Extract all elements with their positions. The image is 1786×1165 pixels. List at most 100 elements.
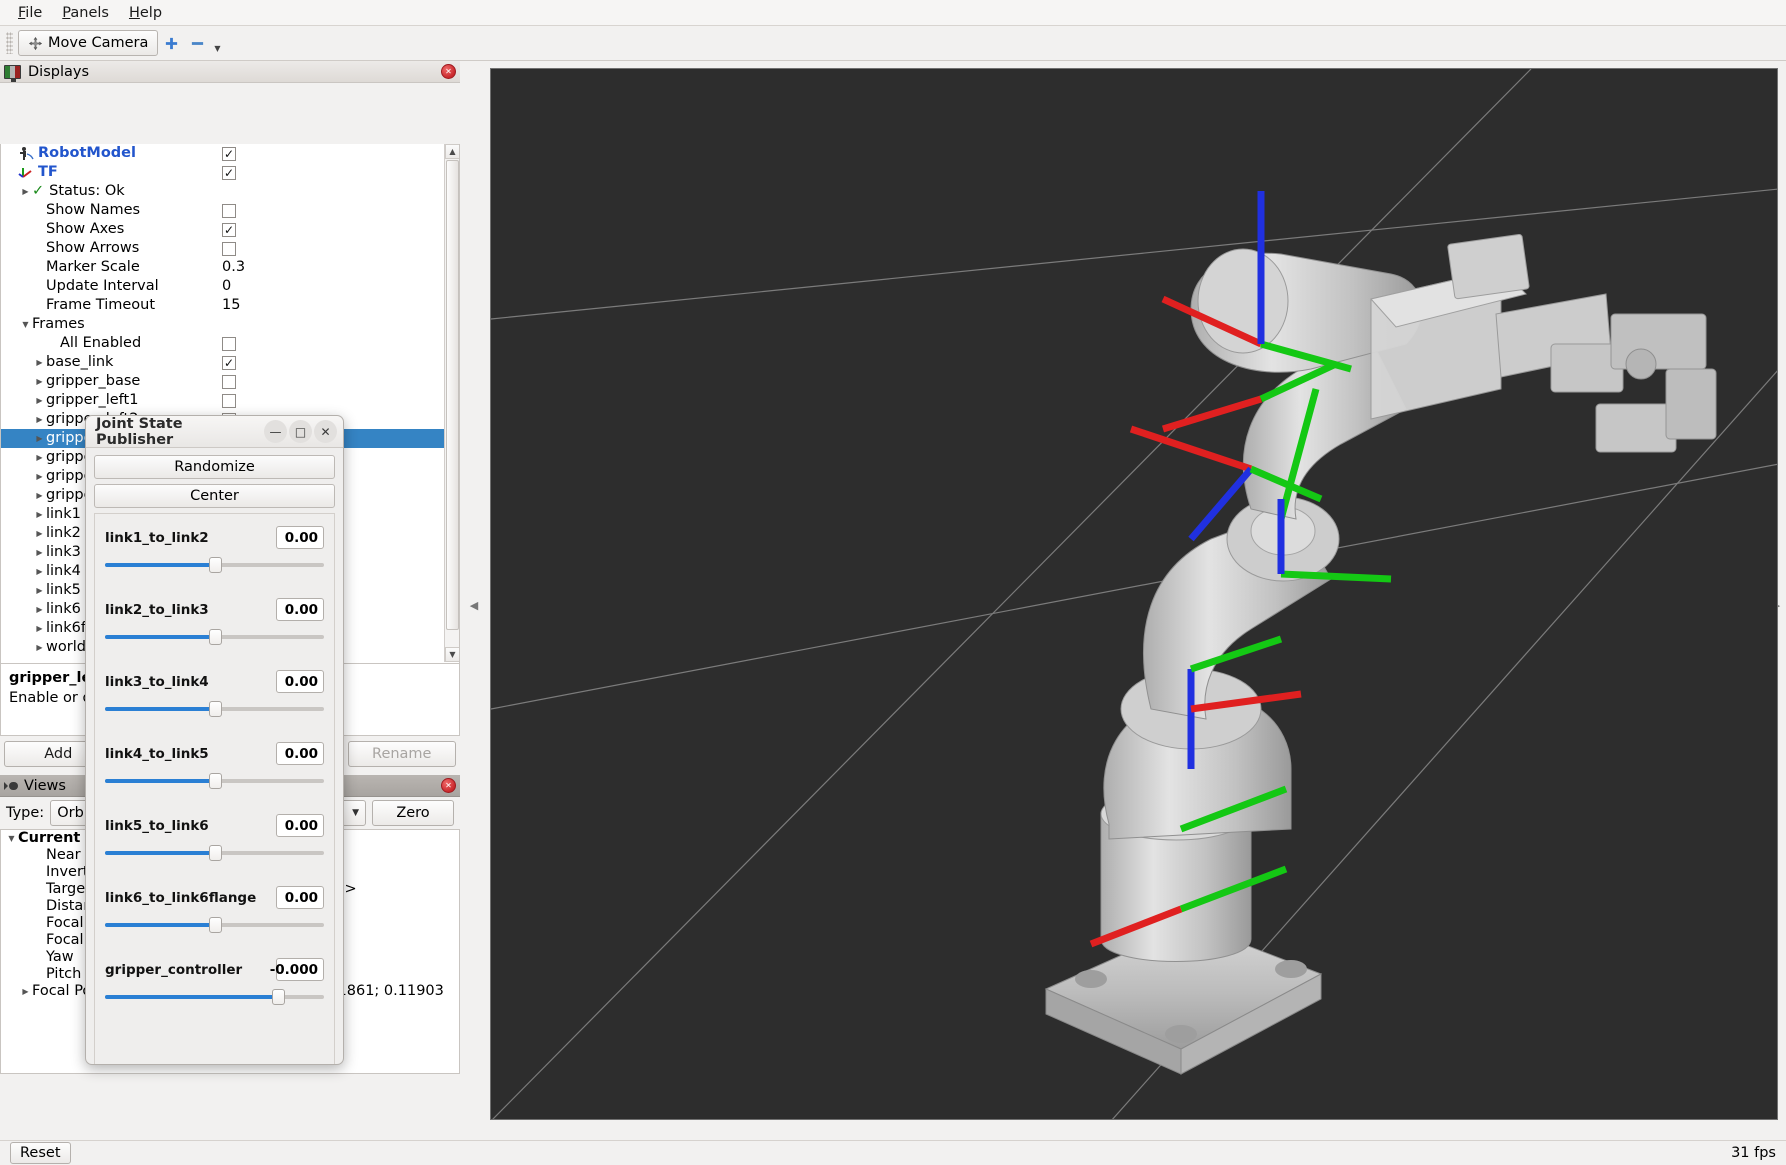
chevron-right-icon[interactable]: ▶ bbox=[33, 467, 46, 486]
slider-knob[interactable] bbox=[208, 629, 222, 645]
display-row-checkbox[interactable] bbox=[222, 393, 236, 408]
joint-value-field[interactable]: 0.00 bbox=[276, 598, 324, 621]
toolbar-overflow-button[interactable]: ▼ bbox=[210, 30, 224, 56]
display-row-value[interactable] bbox=[218, 393, 445, 408]
joint-slider[interactable] bbox=[105, 773, 324, 789]
display-tree-row[interactable]: ▶ gripper_left1 bbox=[1, 391, 445, 410]
slider-knob[interactable] bbox=[208, 773, 222, 789]
display-row-value[interactable]: ✓ bbox=[218, 222, 445, 237]
chevron-right-icon[interactable]: ▶ bbox=[33, 372, 46, 391]
scroll-thumb[interactable] bbox=[446, 160, 459, 630]
display-tree-row[interactable]: ▼ Frames bbox=[1, 315, 445, 334]
display-row-checkbox[interactable]: ✓ bbox=[222, 355, 236, 370]
menu-item-file[interactable]: FFileile bbox=[8, 2, 52, 24]
chevron-right-icon[interactable]: ▶ bbox=[33, 429, 46, 448]
display-row-value[interactable]: ✓ bbox=[218, 355, 445, 370]
remove-tool-button[interactable] bbox=[184, 30, 210, 56]
joint-value-field[interactable]: -0.000 bbox=[270, 958, 324, 981]
slider-knob[interactable] bbox=[208, 917, 222, 933]
scroll-up-icon[interactable]: ▲ bbox=[445, 144, 459, 159]
display-tree-row[interactable]: ▶ base_link ✓ bbox=[1, 353, 445, 372]
display-row-value[interactable] bbox=[218, 203, 445, 218]
menu-item-help[interactable]: Help bbox=[119, 2, 172, 24]
display-tree-row[interactable]: Update Interval 0 bbox=[1, 277, 445, 296]
joint-slider[interactable] bbox=[105, 845, 324, 861]
chevron-right-icon[interactable]: ▶ bbox=[33, 391, 46, 410]
jsp-minimize-icon[interactable]: — bbox=[264, 420, 287, 443]
menu-item-panels[interactable]: Panels bbox=[52, 2, 119, 24]
display-row-checkbox[interactable]: ✓ bbox=[222, 165, 236, 180]
chevron-right-icon[interactable]: ▶ bbox=[19, 983, 32, 1000]
chevron-right-icon[interactable]: ▶ bbox=[33, 619, 46, 638]
joint-slider[interactable] bbox=[105, 917, 324, 933]
display-tree-row[interactable]: ▶ ✓ Status: Ok bbox=[1, 182, 445, 201]
display-row-value[interactable]: ✓ bbox=[218, 165, 445, 180]
left-splitter-handle[interactable]: ◀ bbox=[468, 590, 480, 620]
chevron-right-icon[interactable]: ▶ bbox=[33, 524, 46, 543]
joint-value-field[interactable]: 0.00 bbox=[276, 526, 324, 549]
views-close-icon[interactable] bbox=[441, 778, 456, 793]
rename-display-button[interactable]: Rename bbox=[347, 741, 456, 767]
display-tree-row[interactable]: ▶ gripper_base bbox=[1, 372, 445, 391]
display-tree-row[interactable]: Show Arrows bbox=[1, 239, 445, 258]
move-camera-tool[interactable]: Move Camera bbox=[18, 30, 159, 56]
display-tree-row[interactable]: Marker Scale 0.3 bbox=[1, 258, 445, 277]
display-row-text-value[interactable]: 0 bbox=[222, 277, 231, 296]
toolbar-grip[interactable] bbox=[6, 32, 13, 54]
chevron-right-icon[interactable]: ▶ bbox=[33, 505, 46, 524]
display-tree-row[interactable]: RobotModel ✓ bbox=[1, 144, 445, 163]
jsp-close-icon[interactable]: ✕ bbox=[314, 420, 337, 443]
joint-slider[interactable] bbox=[105, 629, 324, 645]
display-row-checkbox[interactable]: ✓ bbox=[222, 222, 236, 237]
views-zero-button[interactable]: Zero bbox=[372, 800, 454, 826]
randomize-button[interactable]: Randomize bbox=[94, 455, 335, 479]
display-tree-row[interactable]: Show Axes ✓ bbox=[1, 220, 445, 239]
chevron-right-icon[interactable]: ▶ bbox=[33, 600, 46, 619]
chevron-right-icon[interactable]: ▶ bbox=[33, 486, 46, 505]
jsp-maximize-icon[interactable]: □ bbox=[289, 420, 312, 443]
center-button[interactable]: Center bbox=[94, 484, 335, 508]
scroll-down-icon[interactable]: ▼ bbox=[445, 647, 459, 662]
chevron-right-icon[interactable]: ▶ bbox=[33, 581, 46, 600]
display-row-value[interactable] bbox=[218, 374, 445, 389]
joint-slider[interactable] bbox=[105, 701, 324, 717]
joint-value-field[interactable]: 0.00 bbox=[276, 814, 324, 837]
render-viewport-3d[interactable] bbox=[490, 68, 1778, 1120]
displays-scrollbar[interactable]: ▲ ▼ bbox=[444, 144, 459, 662]
display-row-checkbox[interactable]: ✓ bbox=[222, 146, 236, 161]
slider-knob[interactable] bbox=[208, 557, 222, 573]
chevron-right-icon[interactable]: ▶ bbox=[33, 353, 46, 372]
joint-slider[interactable] bbox=[105, 557, 324, 573]
chevron-right-icon[interactable]: ▶ bbox=[33, 543, 46, 562]
display-row-checkbox[interactable] bbox=[222, 336, 236, 351]
chevron-right-icon[interactable]: ▶ bbox=[33, 410, 46, 429]
display-row-value[interactable] bbox=[218, 241, 445, 256]
chevron-right-icon[interactable]: ▶ bbox=[33, 562, 46, 581]
slider-knob[interactable] bbox=[208, 701, 222, 717]
display-tree-row[interactable]: Show Names bbox=[1, 201, 445, 220]
joint-value-field[interactable]: 0.00 bbox=[276, 886, 324, 909]
jsp-titlebar[interactable]: Joint State Publisher — □ ✕ bbox=[86, 416, 343, 448]
display-row-value[interactable]: ✓ bbox=[218, 146, 445, 161]
reset-button[interactable]: Reset bbox=[10, 1142, 71, 1164]
add-tool-button[interactable] bbox=[158, 30, 184, 56]
displays-close-icon[interactable] bbox=[441, 64, 456, 79]
display-tree-row[interactable]: Frame Timeout 15 bbox=[1, 296, 445, 315]
slider-knob[interactable] bbox=[272, 989, 285, 1005]
display-row-text-value[interactable]: 0.3 bbox=[222, 258, 245, 277]
joint-slider[interactable] bbox=[105, 989, 324, 1005]
chevron-down-icon[interactable]: ▼ bbox=[19, 315, 32, 334]
joint-value-field[interactable]: 0.00 bbox=[276, 670, 324, 693]
display-row-checkbox[interactable] bbox=[222, 374, 236, 389]
slider-knob[interactable] bbox=[208, 845, 222, 861]
joint-state-publisher-dialog[interactable]: Joint State Publisher — □ ✕ Randomize Ce… bbox=[85, 415, 344, 1065]
display-tree-row[interactable]: All Enabled bbox=[1, 334, 445, 353]
chevron-down-icon[interactable]: ▼ bbox=[5, 830, 18, 847]
display-tree-row[interactable]: TF ✓ bbox=[1, 163, 445, 182]
display-row-text-value[interactable]: 15 bbox=[222, 296, 240, 315]
display-row-checkbox[interactable] bbox=[222, 241, 236, 256]
chevron-right-icon[interactable]: ▶ bbox=[33, 638, 46, 657]
chevron-right-icon[interactable]: ▶ bbox=[19, 182, 32, 201]
display-row-value[interactable] bbox=[218, 336, 445, 351]
joint-value-field[interactable]: 0.00 bbox=[276, 742, 324, 765]
